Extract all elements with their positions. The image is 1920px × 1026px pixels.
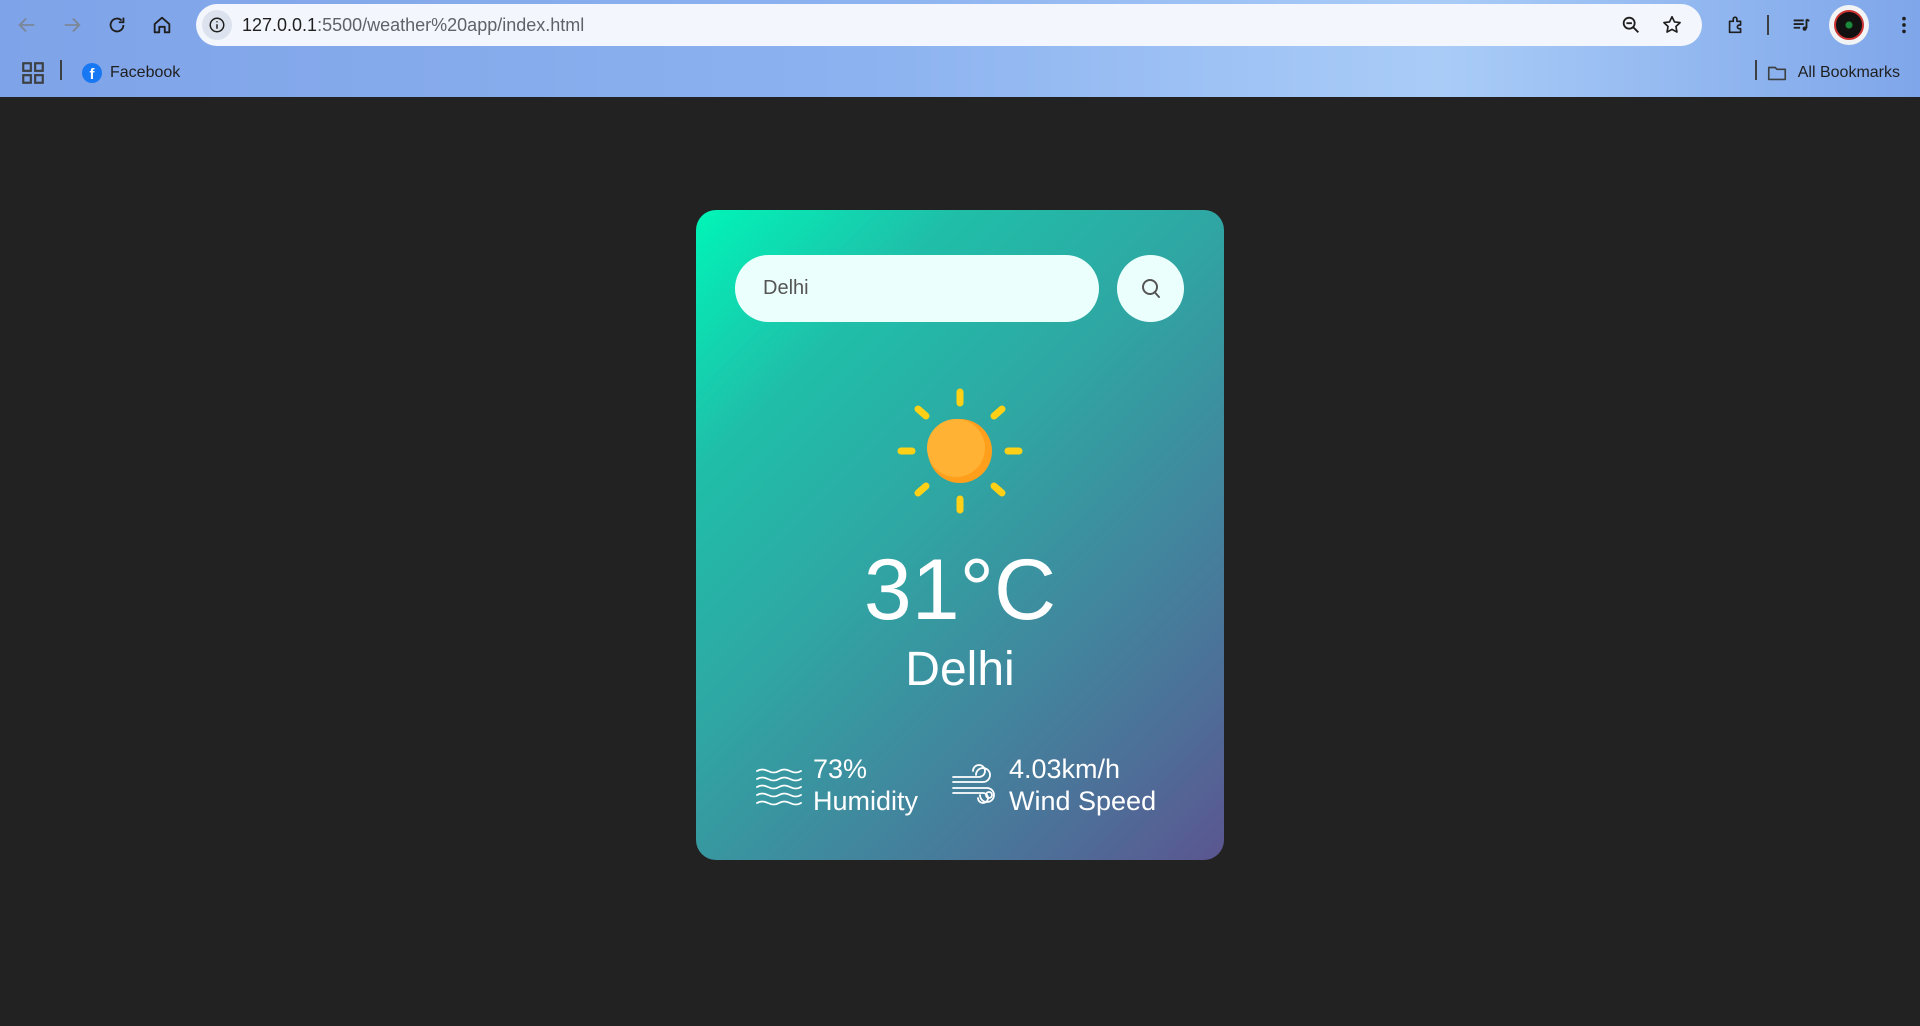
- bookmarks-divider-left: [60, 60, 62, 80]
- wind-text: 4.03km/h Wind Speed: [1009, 753, 1156, 817]
- wind-icon: [952, 764, 995, 804]
- bookmark-star-icon[interactable]: [1657, 10, 1687, 40]
- search-button[interactable]: [1117, 255, 1184, 322]
- bookmarks-divider-right: [1755, 60, 1757, 80]
- wind-value: 4.03km/h: [1009, 754, 1121, 784]
- browser-toolbar: 127.0.0.1:5500/weather%20app/index.html: [0, 0, 1920, 50]
- apps-grid-icon[interactable]: [20, 60, 46, 86]
- site-info-icon[interactable]: [202, 10, 232, 40]
- humidity-label: Humidity: [813, 786, 919, 816]
- city-search-input[interactable]: [735, 255, 1099, 322]
- media-controls-icon[interactable]: [1783, 7, 1819, 43]
- weather-card: 31°C Delhi 73% Humidity: [696, 210, 1224, 860]
- humidity-block: 73% Humidity: [755, 750, 918, 820]
- avatar-image: [1834, 10, 1864, 40]
- temperature: 31°C: [863, 542, 1057, 638]
- home-button[interactable]: [144, 7, 180, 43]
- all-bookmarks-label: All Bookmarks: [1797, 64, 1900, 81]
- bookmark-facebook[interactable]: f Facebook: [78, 58, 184, 88]
- reload-button[interactable]: [99, 7, 135, 43]
- folder-icon: [1767, 66, 1786, 81]
- menu-kebab-icon[interactable]: [1892, 7, 1916, 43]
- extensions-icon[interactable]: [1718, 7, 1754, 43]
- url-host: 127.0.0.1: [242, 15, 318, 35]
- wind-block: 4.03km/h Wind Speed: [951, 750, 1156, 820]
- sun-icon: [897, 388, 1023, 514]
- home-icon: [153, 16, 171, 34]
- city-name: Delhi: [905, 643, 1015, 696]
- weather-details: 73% Humidity 4.03km/h Wind Speed: [696, 750, 1224, 820]
- search-icon: [1141, 278, 1160, 298]
- zoom-icon[interactable]: [1616, 10, 1646, 40]
- back-button[interactable]: [9, 7, 45, 43]
- all-bookmarks-button[interactable]: All Bookmarks: [1766, 58, 1900, 88]
- toolbar-divider: [1767, 15, 1769, 35]
- back-arrow-icon: [18, 17, 35, 33]
- forward-arrow-icon: [64, 17, 81, 33]
- address-bar[interactable]: 127.0.0.1:5500/weather%20app/index.html: [196, 4, 1702, 46]
- facebook-icon: f: [82, 63, 102, 83]
- wind-label: Wind Speed: [1009, 786, 1157, 816]
- reload-icon: [109, 17, 125, 33]
- url-text[interactable]: 127.0.0.1:5500/weather%20app/index.html: [242, 4, 584, 46]
- humidity-value: 73%: [813, 754, 868, 784]
- bookmarks-bar: f Facebook All Bookmarks: [0, 50, 1920, 97]
- bookmark-label: Facebook: [110, 64, 181, 81]
- browser-chrome: 127.0.0.1:5500/weather%20app/index.html: [0, 0, 1920, 97]
- humidity-text: 73% Humidity: [813, 753, 918, 817]
- forward-button[interactable]: [54, 7, 90, 43]
- humidity-waves-icon: [756, 768, 802, 806]
- profile-avatar[interactable]: [1829, 5, 1869, 45]
- url-path: :5500/weather%20app/index.html: [317, 15, 585, 35]
